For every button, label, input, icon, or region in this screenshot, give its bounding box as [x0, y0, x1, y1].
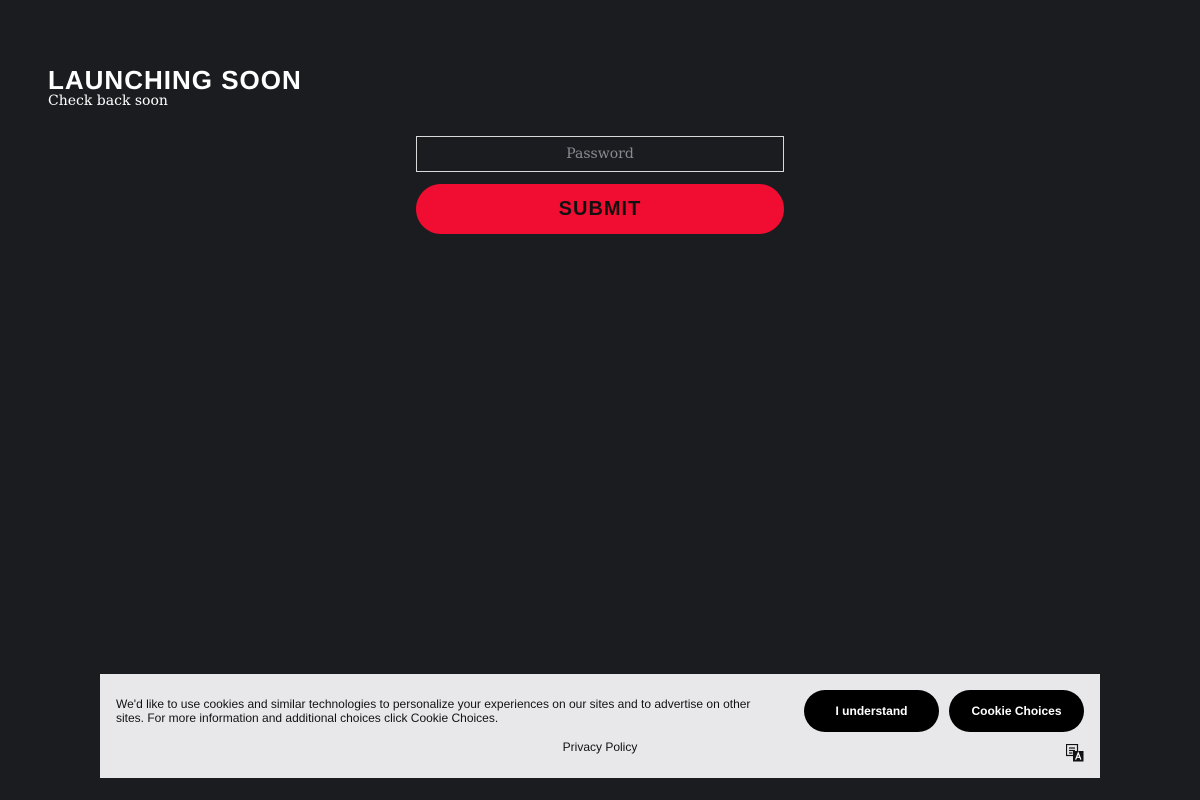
- cookie-message: We'd like to use cookies and similar tec…: [116, 697, 751, 725]
- translate-icon[interactable]: [1065, 743, 1084, 762]
- i-understand-button[interactable]: I understand: [804, 690, 939, 732]
- cookie-choices-button[interactable]: Cookie Choices: [949, 690, 1084, 732]
- privacy-policy-link[interactable]: Privacy Policy: [100, 740, 1100, 754]
- cookie-banner: We'd like to use cookies and similar tec…: [100, 674, 1100, 778]
- cookie-actions: I understand Cookie Choices: [804, 690, 1084, 732]
- password-input[interactable]: [416, 136, 784, 172]
- page-title: LAUNCHING SOON: [48, 65, 302, 95]
- page-header: LAUNCHING SOON Check back soon: [48, 64, 302, 109]
- submit-button[interactable]: SUBMIT: [416, 184, 784, 234]
- password-form: SUBMIT: [416, 136, 784, 234]
